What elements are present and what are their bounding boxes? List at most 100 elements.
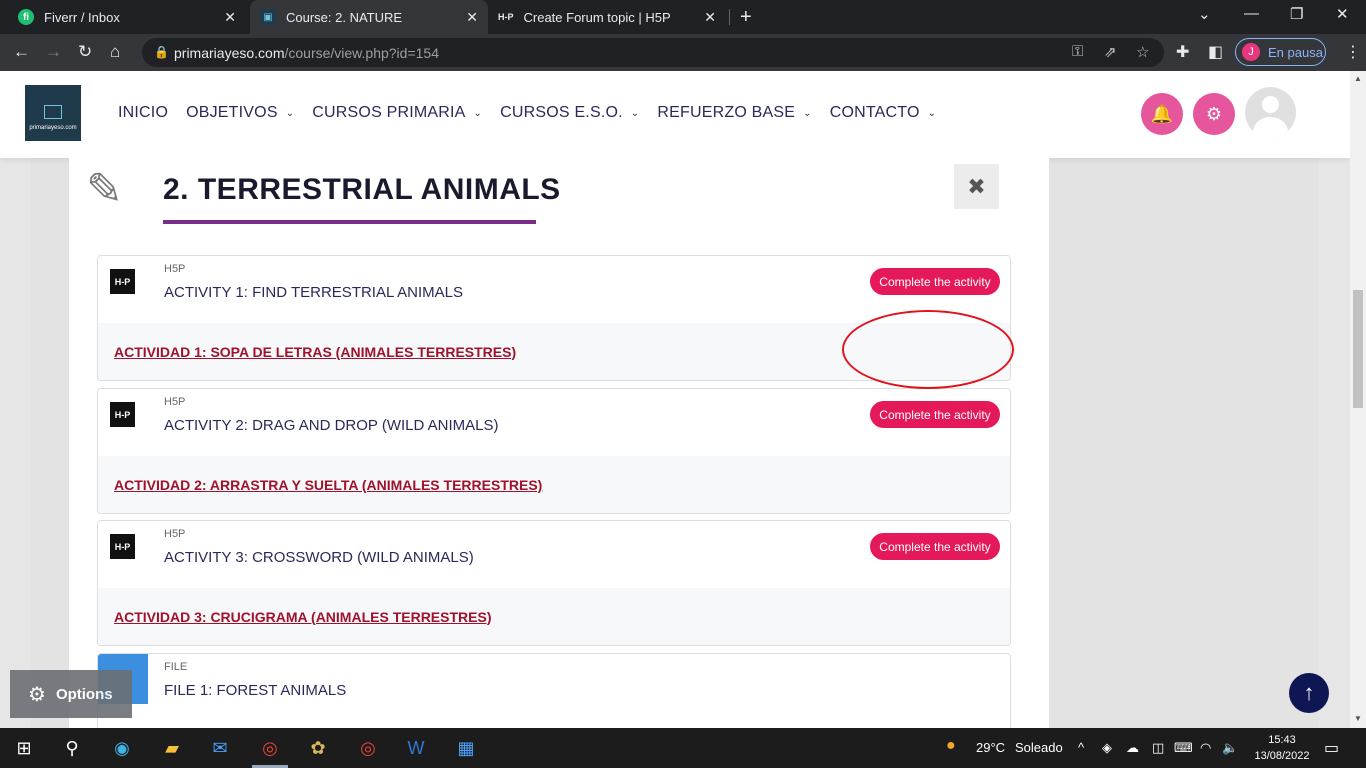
page-scrollbar[interactable]: ▲ ▼ <box>1350 71 1366 728</box>
chevron-down-icon: ⌄ <box>927 107 937 119</box>
scroll-down-icon[interactable]: ▼ <box>1354 714 1362 723</box>
activity-card: FILE FILE 1: FOREST ANIMALS <box>97 653 1011 728</box>
menu-icon[interactable]: ⋮ <box>1345 42 1361 62</box>
activity-name[interactable]: FILE 1: FOREST ANIMALS <box>164 682 346 699</box>
scroll-to-top-button[interactable]: ↑ <box>1289 673 1329 713</box>
gear-icon: ⚙ <box>1205 103 1223 124</box>
extensions-icon[interactable]: ✚ <box>1176 42 1189 62</box>
menu-item-inicio[interactable]: INICIO <box>118 104 168 122</box>
chrome-icon[interactable]: ◎ <box>258 736 282 760</box>
edit-icon: ✎ <box>86 165 123 214</box>
site-logo[interactable]: primariayeso.com <box>25 85 81 141</box>
close-icon[interactable]: ✕ <box>224 9 236 26</box>
menu-item-refuerzo-base[interactable]: REFUERZO BASE ⌄ <box>657 104 811 122</box>
scroll-up-icon[interactable]: ▲ <box>1354 74 1362 83</box>
photos-icon[interactable]: ▦ <box>454 736 478 760</box>
edge-icon[interactable]: ◉ <box>110 736 134 760</box>
cloud-icon[interactable]: ☁ <box>1126 740 1139 756</box>
keyboard-icon[interactable]: ⌨ <box>1174 740 1193 756</box>
back-icon[interactable]: ← <box>13 42 30 62</box>
forward-icon[interactable]: → <box>45 42 62 62</box>
windows-taskbar: ⊞ ⚲ ◉ ▰ ✉ ◎ ✿ ◎ W ▦ ● 29°C Soleado ^ ◈ ☁… <box>0 728 1366 768</box>
user-avatar[interactable] <box>1245 87 1296 138</box>
site-icon: ▣ <box>260 9 276 25</box>
notifications-icon[interactable]: ▭ <box>1324 738 1339 758</box>
menu-item-objetivos[interactable]: OBJETIVOS ⌄ <box>186 104 294 122</box>
menu-item-cursos-eso[interactable]: CURSOS E.S.O. ⌄ <box>500 104 639 122</box>
tab-course[interactable]: ▣ Course: 2. NATURE ✕ <box>250 0 488 34</box>
activity-name[interactable]: ACTIVITY 1: FIND TERRESTRIAL ANIMALS <box>164 284 463 301</box>
activity-card: H-P H5P ACTIVITY 3: CROSSWORD (WILD ANIM… <box>97 520 1011 646</box>
close-icon[interactable]: ✕ <box>466 9 478 26</box>
browser-toolbar: ← → ↻ ⌂ 🔒 primariayeso.com/course/view.p… <box>0 34 1366 71</box>
file-explorer-icon[interactable]: ▰ <box>160 736 184 760</box>
reload-icon[interactable]: ↻ <box>78 42 92 62</box>
chevron-down-icon: ⌄ <box>473 107 483 119</box>
bell-icon: 🔔 <box>1150 103 1174 124</box>
chevron-up-icon[interactable]: ^ <box>1078 740 1084 755</box>
options-label: Options <box>55 685 113 703</box>
tab-search-icon[interactable]: ⌄ <box>1198 5 1211 23</box>
arrow-up-icon: ↑ <box>1303 680 1315 705</box>
address-bar[interactable]: 🔒 primariayeso.com/course/view.php?id=15… <box>142 38 1164 67</box>
h5p-icon: H-P <box>110 269 135 294</box>
scrollbar-thumb[interactable] <box>1353 290 1363 408</box>
windows-start-icon[interactable]: ⊞ <box>12 736 36 760</box>
search-icon[interactable]: ⚲ <box>60 736 84 760</box>
complete-activity-button[interactable]: Complete the activity <box>870 268 1000 295</box>
activity-link[interactable]: ACTIVIDAD 2: ARRASTRA Y SUELTA (ANIMALES… <box>114 477 542 493</box>
notifications-button[interactable]: 🔔 <box>1141 93 1183 135</box>
activity-name[interactable]: ACTIVITY 2: DRAG AND DROP (WILD ANIMALS) <box>164 417 499 434</box>
gear-icon: ⚙ <box>28 683 46 706</box>
profile-status: En pausa <box>1268 44 1323 60</box>
h5p-icon: H-P <box>498 12 514 22</box>
activity-name[interactable]: ACTIVITY 3: CROSSWORD (WILD ANIMALS) <box>164 549 474 566</box>
key-icon[interactable]: ⚿ <box>1072 43 1083 60</box>
home-icon[interactable]: ⌂ <box>110 42 120 62</box>
lock-icon[interactable]: 🔒 <box>154 45 169 59</box>
url-path: /course/view.php?id=154 <box>284 44 439 61</box>
logo-icon <box>44 105 62 119</box>
tab-fiverr[interactable]: fi Fiverr / Inbox ✕ <box>8 0 246 34</box>
clock-date: 13/08/2022 <box>1254 750 1310 762</box>
share-icon[interactable]: ⇗ <box>1104 43 1117 61</box>
site-header: primariayeso.com INICIO OBJETIVOS ⌄ CURSO… <box>0 71 1350 158</box>
new-tab-icon[interactable]: + <box>740 6 752 29</box>
word-icon[interactable]: W <box>404 736 428 760</box>
mail-icon[interactable]: ✉ <box>208 736 232 760</box>
weather-desc[interactable]: Soleado <box>1015 740 1063 755</box>
complete-activity-button[interactable]: Complete the activity <box>870 533 1000 560</box>
close-window-icon[interactable]: ✕ <box>1336 5 1349 23</box>
wifi-icon[interactable]: ◠ <box>1200 740 1211 756</box>
profile-button[interactable]: J En pausa <box>1235 38 1326 66</box>
avatar-body <box>1253 117 1288 138</box>
activity-link[interactable]: ACTIVIDAD 1: SOPA DE LETRAS (ANIMALES TE… <box>114 344 516 360</box>
star-icon[interactable]: ☆ <box>1136 43 1149 61</box>
chrome-alt-icon[interactable]: ◎ <box>356 736 380 760</box>
options-button[interactable]: ⚙ Options <box>10 670 132 718</box>
volume-icon[interactable]: 🔈 <box>1222 740 1238 756</box>
activity-type: H5P <box>164 528 186 540</box>
minimize-icon[interactable]: — <box>1244 5 1259 22</box>
activity-link[interactable]: ACTIVIDAD 3: CRUCIGRAMA (ANIMALES TERRES… <box>114 609 491 625</box>
complete-activity-button[interactable]: Complete the activity <box>870 401 1000 428</box>
app-tray-icon[interactable]: ◈ <box>1102 740 1112 756</box>
menu-item-cursos-primaria[interactable]: CURSOS PRIMARIA ⌄ <box>312 104 482 122</box>
close-icon[interactable]: ✕ <box>704 9 716 26</box>
activity-card: H-P H5P ACTIVITY 2: DRAG AND DROP (WILD … <box>97 388 1011 514</box>
sidebar-icon[interactable]: ◧ <box>1208 42 1223 62</box>
settings-button[interactable]: ⚙ <box>1193 93 1235 135</box>
fiverr-icon: fi <box>18 9 34 25</box>
clock[interactable]: 15:43 13/08/2022 <box>1250 732 1314 764</box>
annotation-circle <box>842 310 1014 389</box>
camera-icon[interactable]: ◫ <box>1152 740 1164 756</box>
restore-icon[interactable]: ❐ <box>1290 5 1303 23</box>
avatar-head <box>1262 96 1279 113</box>
weather-temp[interactable]: 29°C <box>976 740 1005 755</box>
menu-item-contacto[interactable]: CONTACTO ⌄ <box>830 104 937 122</box>
activity-type: FILE <box>164 661 188 673</box>
page-viewport: primariayeso.com INICIO OBJETIVOS ⌄ CURSO… <box>0 71 1350 728</box>
paint-icon[interactable]: ✿ <box>306 736 330 760</box>
tab-h5p[interactable]: H-P Create Forum topic | H5P ✕ <box>488 0 726 34</box>
close-section-button[interactable]: ✖ <box>954 164 999 209</box>
